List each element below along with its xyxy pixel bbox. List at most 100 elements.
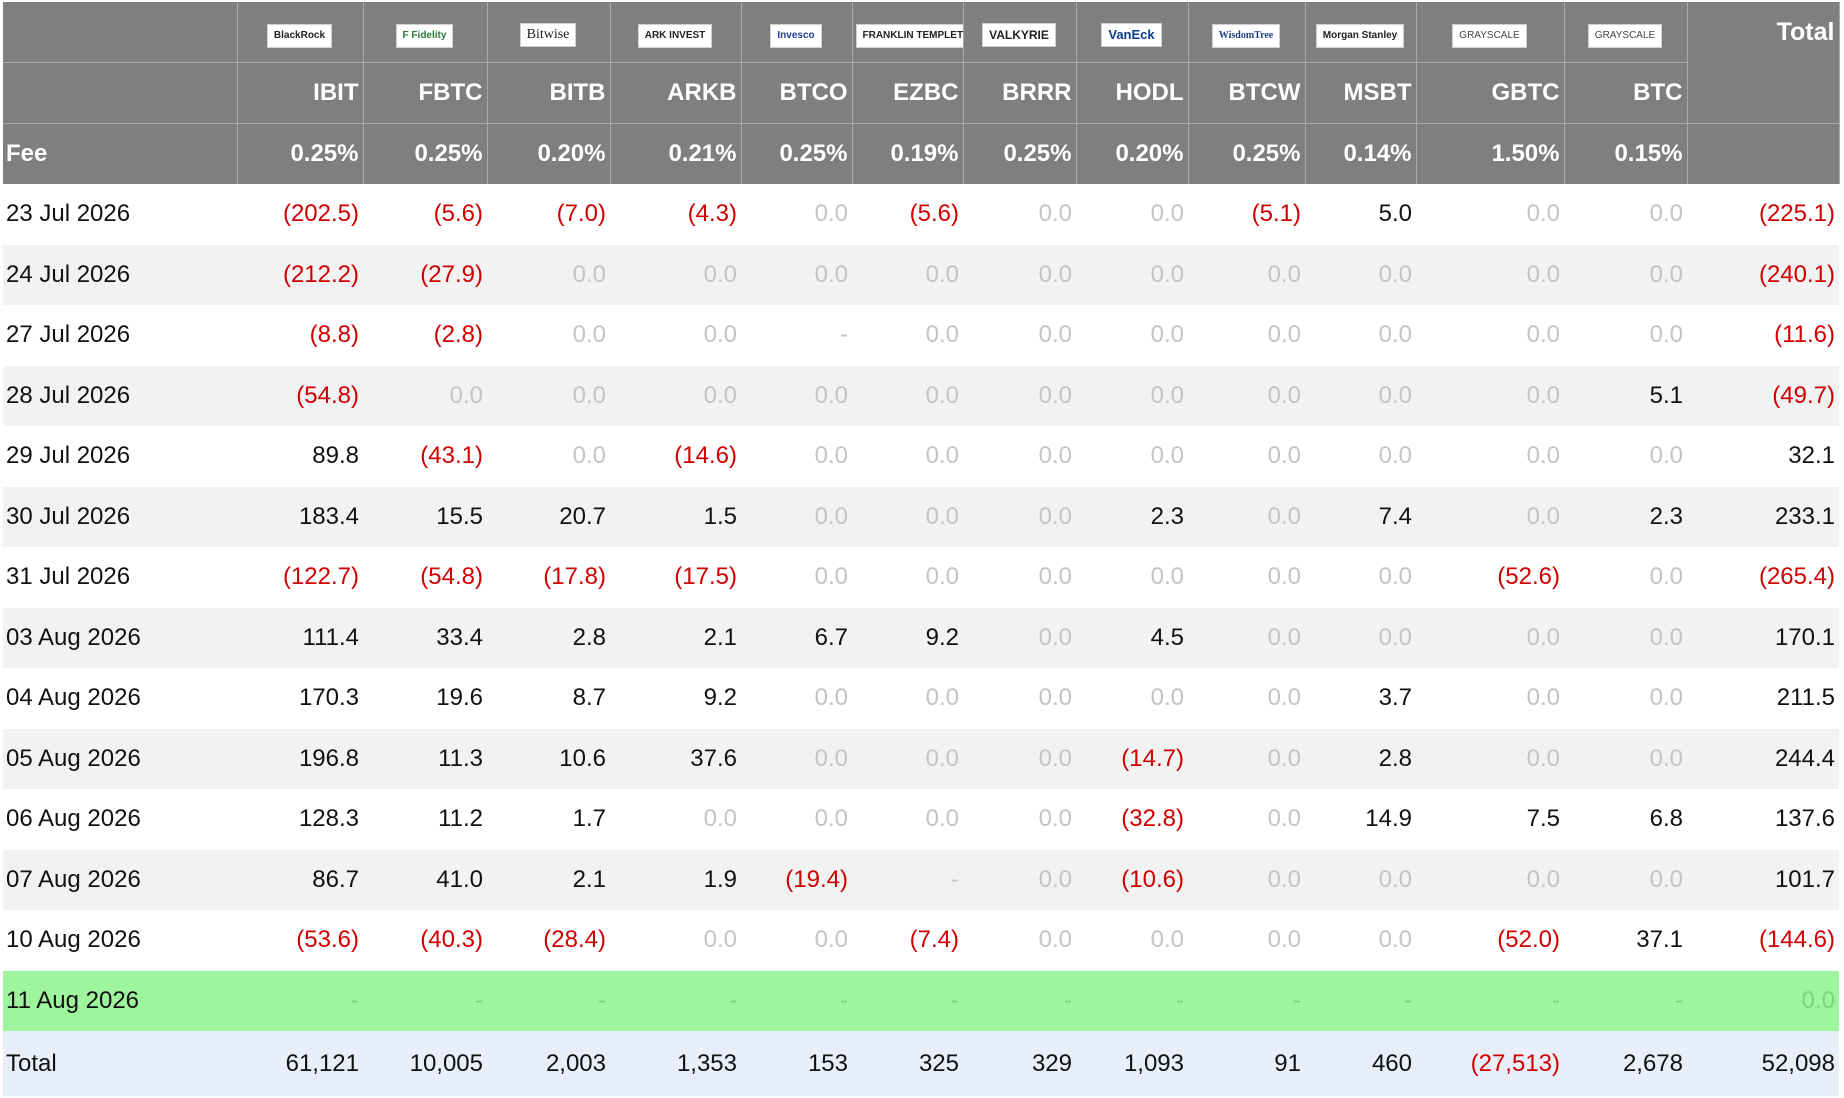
flow-cell: - xyxy=(852,849,963,911)
table-row[interactable]: 03 Aug 2026 111.4 33.4 2.8 2.1 6.7 9.2 0.0 4.5 0.… xyxy=(3,607,1839,669)
fee-label: Fee xyxy=(3,123,238,184)
table-row[interactable]: 10 Aug 2026 (53.6) (40.3) (28.4) 0.0 0.0 (7.4)… xyxy=(3,910,1839,971)
table-row[interactable]: 27 Jul 2026 (8.8) (2.8) 0.0 0.0-0.0 0.0 0.0 0.0… xyxy=(3,305,1839,366)
column-total: 1,093 xyxy=(1076,1031,1188,1096)
flow-cell: 11.3 xyxy=(363,728,487,790)
flow-cell: 6.8 xyxy=(1564,789,1687,850)
flow-cell: 0.0 xyxy=(1564,849,1687,911)
flow-cell: 0.0 xyxy=(1188,728,1305,790)
flow-cell: 0.0 xyxy=(1416,305,1564,366)
column-total: (27,513) xyxy=(1416,1031,1564,1096)
flow-cell: 9.2 xyxy=(852,607,963,669)
ticker-gbtc[interactable]: GBTC xyxy=(1416,62,1565,124)
table-row[interactable]: 06 Aug 2026 128.3 11.2 1.7 0.0 0.0 0.0 0.0 (32.8… xyxy=(3,789,1839,850)
ticker-brrr[interactable]: BRRR xyxy=(963,62,1077,124)
flow-cell: (27.9) xyxy=(363,244,487,306)
ticker-hodl[interactable]: HODL xyxy=(1076,62,1189,124)
table-row[interactable]: 30 Jul 2026 183.4 15.5 20.7 1.5 0.0 0.0 0.0 2.3 0… xyxy=(3,486,1839,548)
current-day-row[interactable]: 11 Aug 2026- - - - - - - - - - - -0.0 xyxy=(3,970,1839,1032)
corner-cell xyxy=(3,2,238,63)
row-date: 03 Aug 2026 xyxy=(3,607,237,669)
flow-cell: 0.0 xyxy=(1188,849,1305,911)
row-total: 211.5 xyxy=(1687,668,1839,729)
ticker-arkb[interactable]: ARKB xyxy=(610,62,742,124)
totals-label: Total xyxy=(3,1031,237,1096)
table-row[interactable]: 31 Jul 2026 (122.7) (54.8) (17.8) (17.5) 0.0 0… xyxy=(3,547,1839,608)
ticker-btcw[interactable]: BTCW xyxy=(1188,62,1306,124)
issuer-logo: BlackRock xyxy=(237,2,364,63)
flow-cell: 0.0 xyxy=(1564,547,1687,608)
row-total: (11.6) xyxy=(1687,305,1839,366)
issuer-logo-bitb: Bitwise xyxy=(519,23,577,47)
table-row[interactable]: 23 Jul 2026 (202.5) (5.6) (7.0) (4.3) 0.0 (5.6… xyxy=(3,184,1839,245)
issuer-logo: F Fidelity xyxy=(363,2,488,63)
ticker-btco[interactable]: BTCO xyxy=(741,62,853,124)
issuer-logo-btc: GRAYSCALE xyxy=(1587,23,1663,48)
flow-cell: 0.0 xyxy=(1076,184,1188,245)
flow-cell: 2.1 xyxy=(610,607,741,669)
row-date: 06 Aug 2026 xyxy=(3,789,237,850)
flow-cell: 20.7 xyxy=(487,486,610,548)
fee-ibit: 0.25% xyxy=(237,123,364,184)
flow-cell: 0.0 xyxy=(741,789,852,850)
flow-cell: 0.0 xyxy=(487,244,610,306)
flow-cell: 0.0 xyxy=(1076,244,1188,306)
flow-cell: 170.3 xyxy=(237,668,363,729)
table-row[interactable]: 24 Jul 2026 (212.2) (27.9) 0.0 0.0 0.0 0.0 0.0 0… xyxy=(3,244,1839,306)
ticker-bitb[interactable]: BITB xyxy=(487,62,611,124)
table-row[interactable]: 04 Aug 2026 170.3 19.6 8.7 9.2 0.0 0.0 0.0 0.0 0.… xyxy=(3,668,1839,729)
flow-cell: 0.0 xyxy=(1416,728,1564,790)
row-total: 137.6 xyxy=(1687,789,1839,850)
ticker-fbtc[interactable]: FBTC xyxy=(363,62,488,124)
flow-cell: 37.1 xyxy=(1564,910,1687,971)
etf-flows-table: BlackRock F Fidelity Bitwise ARK INVEST Inve… xyxy=(3,2,1840,1096)
ticker-ezbc[interactable]: EZBC xyxy=(852,62,964,124)
flow-cell: 183.4 xyxy=(237,486,363,548)
fee-btco: 0.25% xyxy=(741,123,853,184)
flow-cell: 0.0 xyxy=(741,910,852,971)
table-row[interactable]: 29 Jul 2026 89.8 (43.1) 0.0 (14.6) 0.0 0.0 0.0 0… xyxy=(3,426,1839,487)
flow-cell: 1.5 xyxy=(610,486,741,548)
flow-cell: 0.0 xyxy=(741,426,852,487)
flow-cell: 0.0 xyxy=(1188,305,1305,366)
flow-cell: 1.7 xyxy=(487,789,610,850)
flow-cell: (14.7) xyxy=(1076,728,1188,790)
issuer-logo: GRAYSCALE xyxy=(1416,2,1565,63)
issuer-logo-fbtc: F Fidelity xyxy=(395,23,454,48)
fee-bitb: 0.20% xyxy=(487,123,611,184)
flow-cell: 0.0 xyxy=(487,365,610,427)
flow-cell: 0.0 xyxy=(741,486,852,548)
row-date: 31 Jul 2026 xyxy=(3,547,237,608)
flow-cell: 1.9 xyxy=(610,849,741,911)
ticker-msbt[interactable]: MSBT xyxy=(1305,62,1417,124)
row-total: (49.7) xyxy=(1687,365,1839,427)
flow-cell: 0.0 xyxy=(610,910,741,971)
flow-cell: (17.8) xyxy=(487,547,610,608)
ticker-row: IBIT FBTC BITB ARKB BTCO EZBC BRRR HODL BTCW MSBT… xyxy=(3,62,1839,124)
fee-btcw: 0.25% xyxy=(1188,123,1306,184)
flow-cell: 0.0 xyxy=(741,547,852,608)
table-row[interactable]: 05 Aug 2026 196.8 11.3 10.6 37.6 0.0 0.0 0.0 (14… xyxy=(3,728,1839,790)
ticker-btc[interactable]: BTC xyxy=(1564,62,1688,124)
ticker-ibit[interactable]: IBIT xyxy=(237,62,364,124)
flow-cell: 0.0 xyxy=(963,547,1076,608)
flow-cell: 0.0 xyxy=(1305,547,1416,608)
flow-cell: - xyxy=(363,970,487,1032)
flow-cell: 0.0 xyxy=(852,365,963,427)
issuer-logo: Bitwise xyxy=(487,2,611,63)
row-date: 07 Aug 2026 xyxy=(3,849,237,911)
row-date: 24 Jul 2026 xyxy=(3,244,237,306)
table-row[interactable]: 28 Jul 2026 (54.8) 0.0 0.0 0.0 0.0 0.0 0.0 0.0 0.… xyxy=(3,365,1839,427)
row-date: 10 Aug 2026 xyxy=(3,910,237,971)
flow-cell: (5.6) xyxy=(363,184,487,245)
row-date: 05 Aug 2026 xyxy=(3,728,237,790)
flow-cell: 2.3 xyxy=(1076,486,1188,548)
flow-cell: (40.3) xyxy=(363,910,487,971)
flow-cell: 5.0 xyxy=(1305,184,1416,245)
flow-cell: - xyxy=(963,970,1076,1032)
flow-cell: 9.2 xyxy=(610,668,741,729)
issuer-logo: VALKYRIE xyxy=(963,2,1077,63)
issuer-logo-ibit: BlackRock xyxy=(266,23,333,48)
table-row[interactable]: 07 Aug 2026 86.7 41.0 2.1 1.9 (19.4) -0.0 (10.6… xyxy=(3,849,1839,911)
flow-cell: 2.3 xyxy=(1564,486,1687,548)
